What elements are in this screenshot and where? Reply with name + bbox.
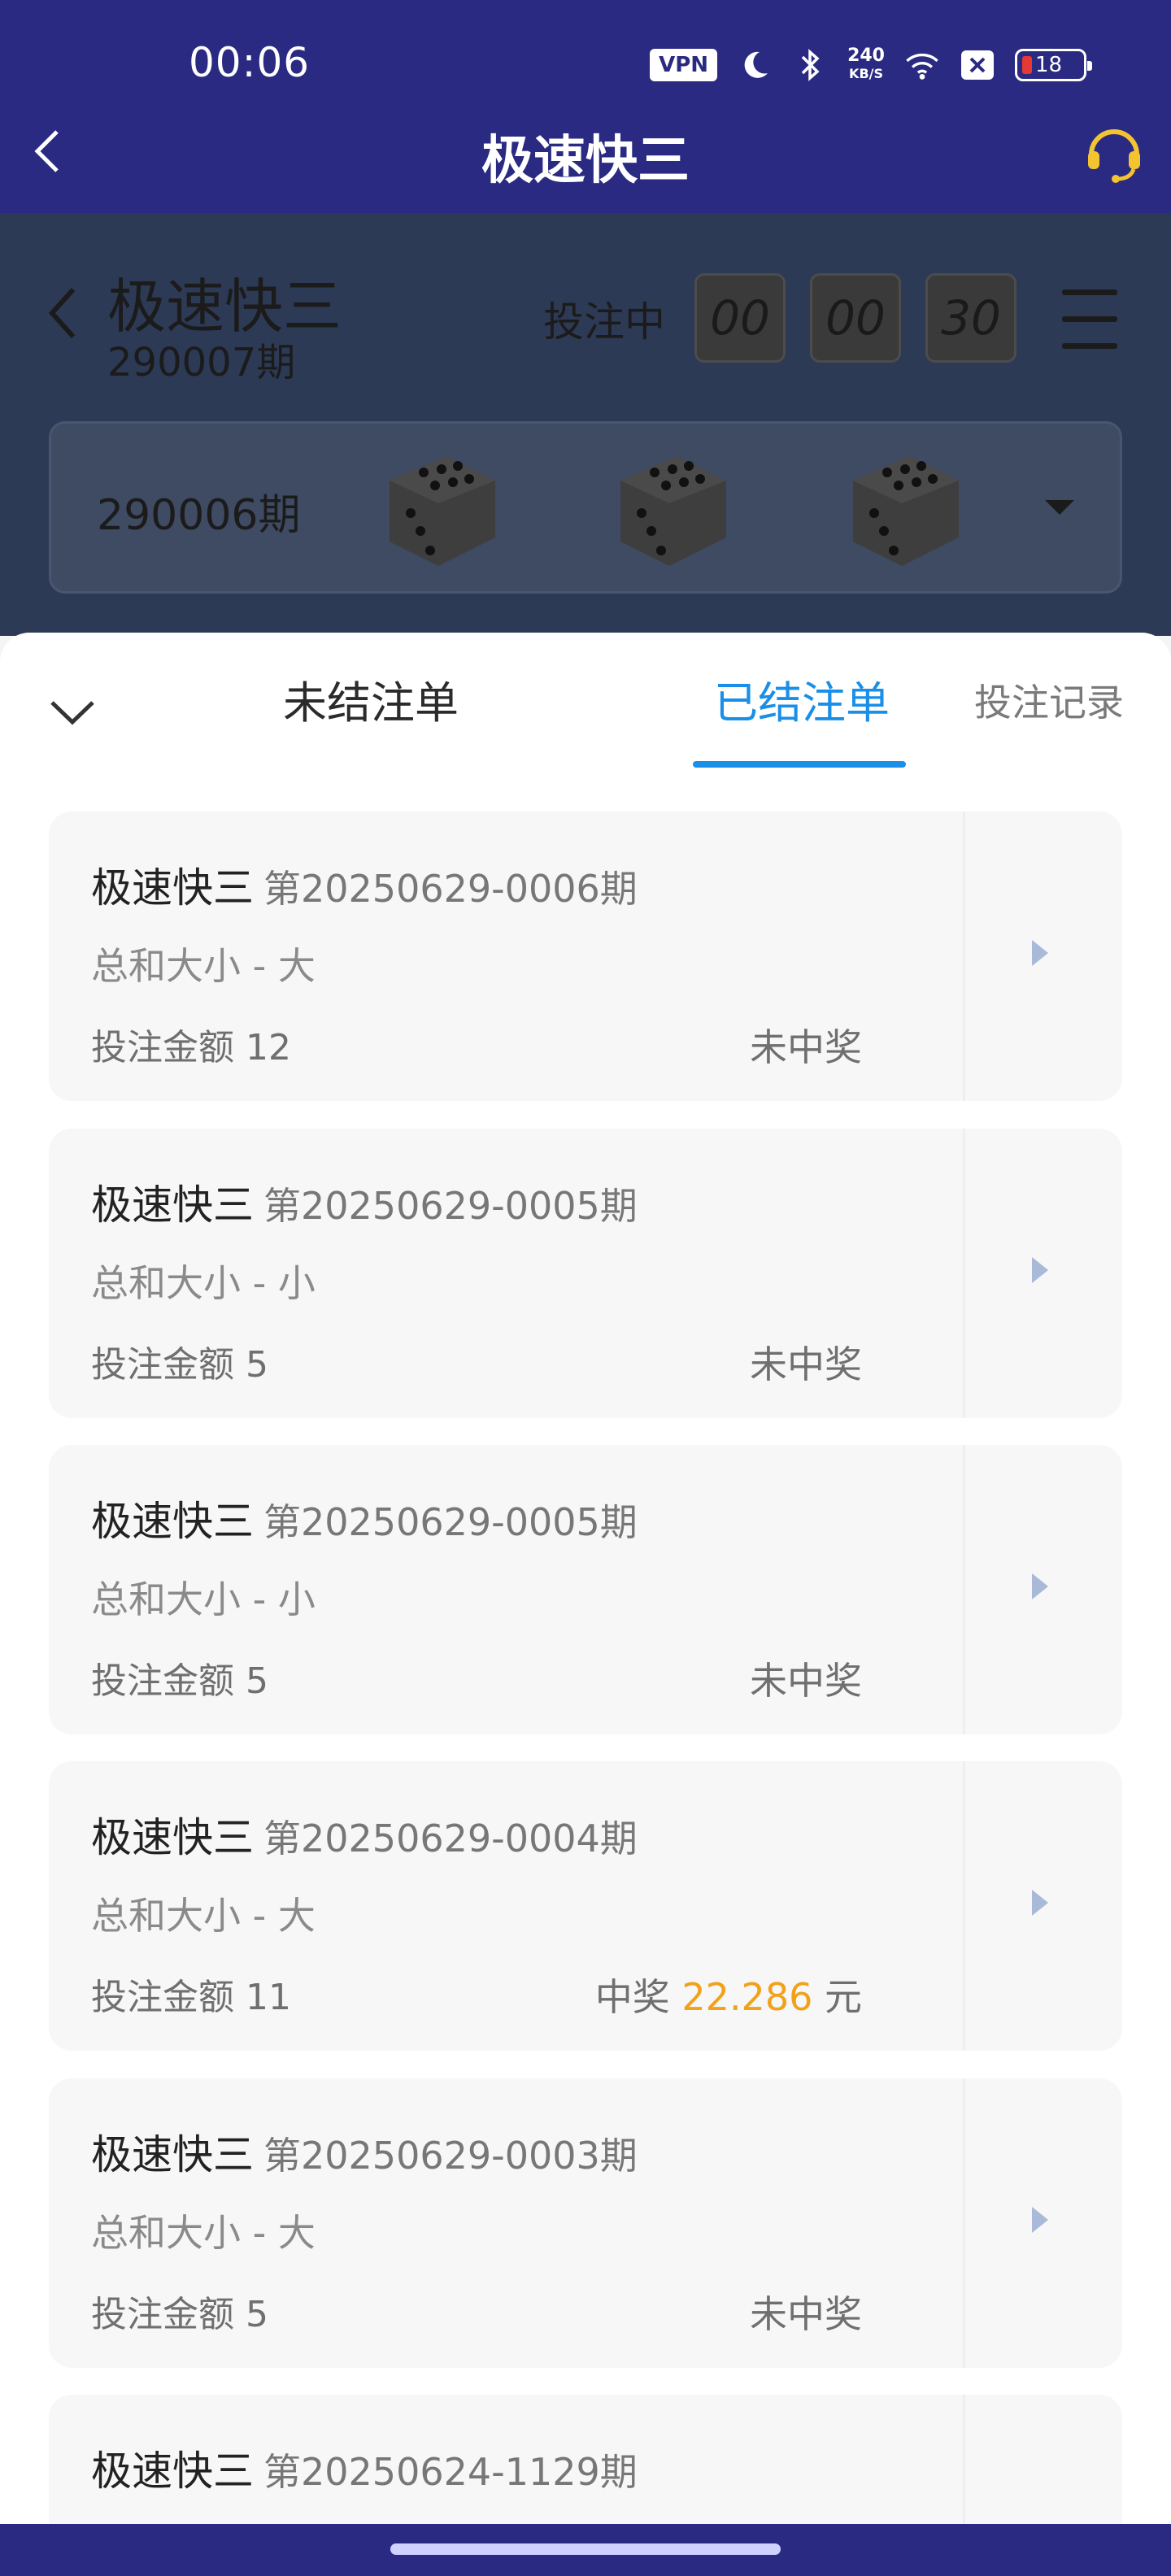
order-period: 第20250629-0005期 (263, 1500, 638, 1544)
close-box-icon (960, 47, 995, 83)
order-game: 极速快三 (91, 1181, 254, 1229)
page-title: 极速快三 (481, 131, 690, 191)
active-tab-indicator (693, 761, 906, 768)
order-period: 第20250629-0006期 (263, 867, 638, 911)
dice-icon (373, 440, 503, 578)
current-period: 290007期 (107, 340, 296, 385)
order-bet: 总和大小 - 小 (91, 1261, 316, 1305)
order-bet: 总和大小 - 大 (91, 1894, 316, 1938)
last-result-bar[interactable]: 290006期 (49, 421, 1122, 594)
battery-icon: 18 (1015, 49, 1092, 81)
win-label: 中奖 (594, 1975, 670, 2019)
orders-sheet: 未结注单 已结注单 投注记录 极速快三 第20250629-0006期 总和大小 … (0, 633, 1171, 2576)
currency-label: 元 (825, 1975, 862, 2019)
order-card[interactable]: 极速快三 第20250629-0004期 总和大小 - 大 投注金额 11 中奖 … (49, 1761, 1122, 2051)
order-period: 第20250624-1129期 (263, 2450, 638, 2494)
caret-right-icon[interactable] (1032, 1257, 1048, 1283)
last-result-period: 290006期 (97, 491, 301, 540)
order-result: 未中奖 (750, 2292, 862, 2336)
order-result: 未中奖 (750, 1659, 862, 1703)
caret-right-icon[interactable] (1032, 2207, 1048, 2233)
order-amount: 投注金额 12 (91, 1027, 291, 1068)
order-card[interactable]: 极速快三 第20250629-0006期 总和大小 - 大 投注金额 12 未中奖 (49, 812, 1122, 1101)
countdown-hours: 00 (694, 273, 786, 363)
order-game: 极速快三 (91, 1814, 254, 1861)
dice-icon (837, 440, 967, 578)
tab-bet-history[interactable]: 投注记录 (974, 673, 1124, 727)
tab-settled[interactable]: 已结注单 (714, 667, 890, 731)
order-card[interactable]: 极速快三 第20250629-0005期 总和大小 - 小 投注金额 5 未中奖 (49, 1445, 1122, 1734)
order-period: 第20250629-0003期 (263, 2134, 638, 2178)
system-nav-bar (0, 2524, 1171, 2576)
chevron-down-icon (50, 701, 94, 725)
order-game: 极速快三 (91, 864, 254, 912)
order-result: 中奖 22.286 元 (595, 1968, 862, 2021)
order-card[interactable]: 极速快三 第20250629-0003期 总和大小 - 大 投注金额 5 未中奖 (49, 2078, 1122, 2368)
app-bar: 极速快三 (0, 106, 1171, 213)
moon-icon (737, 47, 773, 83)
bluetooth-icon (792, 47, 828, 83)
order-amount: 投注金额 5 (91, 1660, 268, 1702)
headset-icon (1088, 129, 1140, 183)
status-icons: VPN 240 KB/S 18 (650, 42, 1092, 88)
order-bet: 总和大小 - 小 (91, 1577, 316, 1621)
countdown-timer: 00 00 30 (694, 273, 1016, 363)
order-period: 第20250629-0004期 (263, 1817, 638, 1860)
tab-unsettled[interactable]: 未结注单 (283, 667, 459, 731)
status-time: 00:06 (189, 39, 311, 86)
caret-right-icon[interactable] (1032, 940, 1048, 966)
order-game: 极速快三 (91, 2448, 254, 2495)
customer-service-button[interactable] (1082, 120, 1147, 185)
vpn-badge: VPN (650, 49, 718, 81)
caret-right-icon[interactable] (1032, 1573, 1048, 1599)
dice-icon (604, 440, 734, 578)
order-bet: 总和大小 - 大 (91, 2211, 316, 2255)
order-amount: 投注金额 11 (91, 1977, 291, 2018)
order-result: 未中奖 (750, 1025, 862, 1069)
game-back-button[interactable] (46, 285, 78, 345)
collapse-button[interactable] (44, 683, 101, 740)
caret-down-icon[interactable] (1045, 500, 1074, 515)
countdown-seconds: 30 (925, 273, 1016, 363)
order-period: 第20250629-0005期 (263, 1184, 638, 1228)
network-speed: 240 KB/S (847, 46, 885, 82)
order-tabs: 未结注单 已结注单 投注记录 (0, 633, 1171, 771)
order-card[interactable]: 极速快三 第20250629-0005期 总和大小 - 小 投注金额 5 未中奖 (49, 1129, 1122, 1418)
order-bet: 总和大小 - 大 (91, 944, 316, 988)
game-panel: 极速快三 290007期 投注中 00 00 30 290006期 (0, 213, 1171, 636)
order-result: 未中奖 (750, 1342, 862, 1386)
battery-level: 18 (1035, 53, 1063, 77)
order-game: 极速快三 (91, 2131, 254, 2178)
order-amount: 投注金额 5 (91, 1344, 268, 1386)
caret-right-icon[interactable] (1032, 1890, 1048, 1916)
menu-button[interactable] (1062, 289, 1117, 351)
order-amount: 投注金额 5 (91, 2294, 268, 2335)
chevron-left-icon (48, 287, 76, 339)
home-indicator[interactable] (390, 2543, 781, 2555)
order-game: 极速快三 (91, 1498, 254, 1545)
betting-status: 投注中 (543, 298, 665, 346)
countdown-minutes: 00 (810, 273, 901, 363)
win-amount: 22.286 (681, 1975, 813, 2019)
wifi-icon (904, 47, 940, 83)
